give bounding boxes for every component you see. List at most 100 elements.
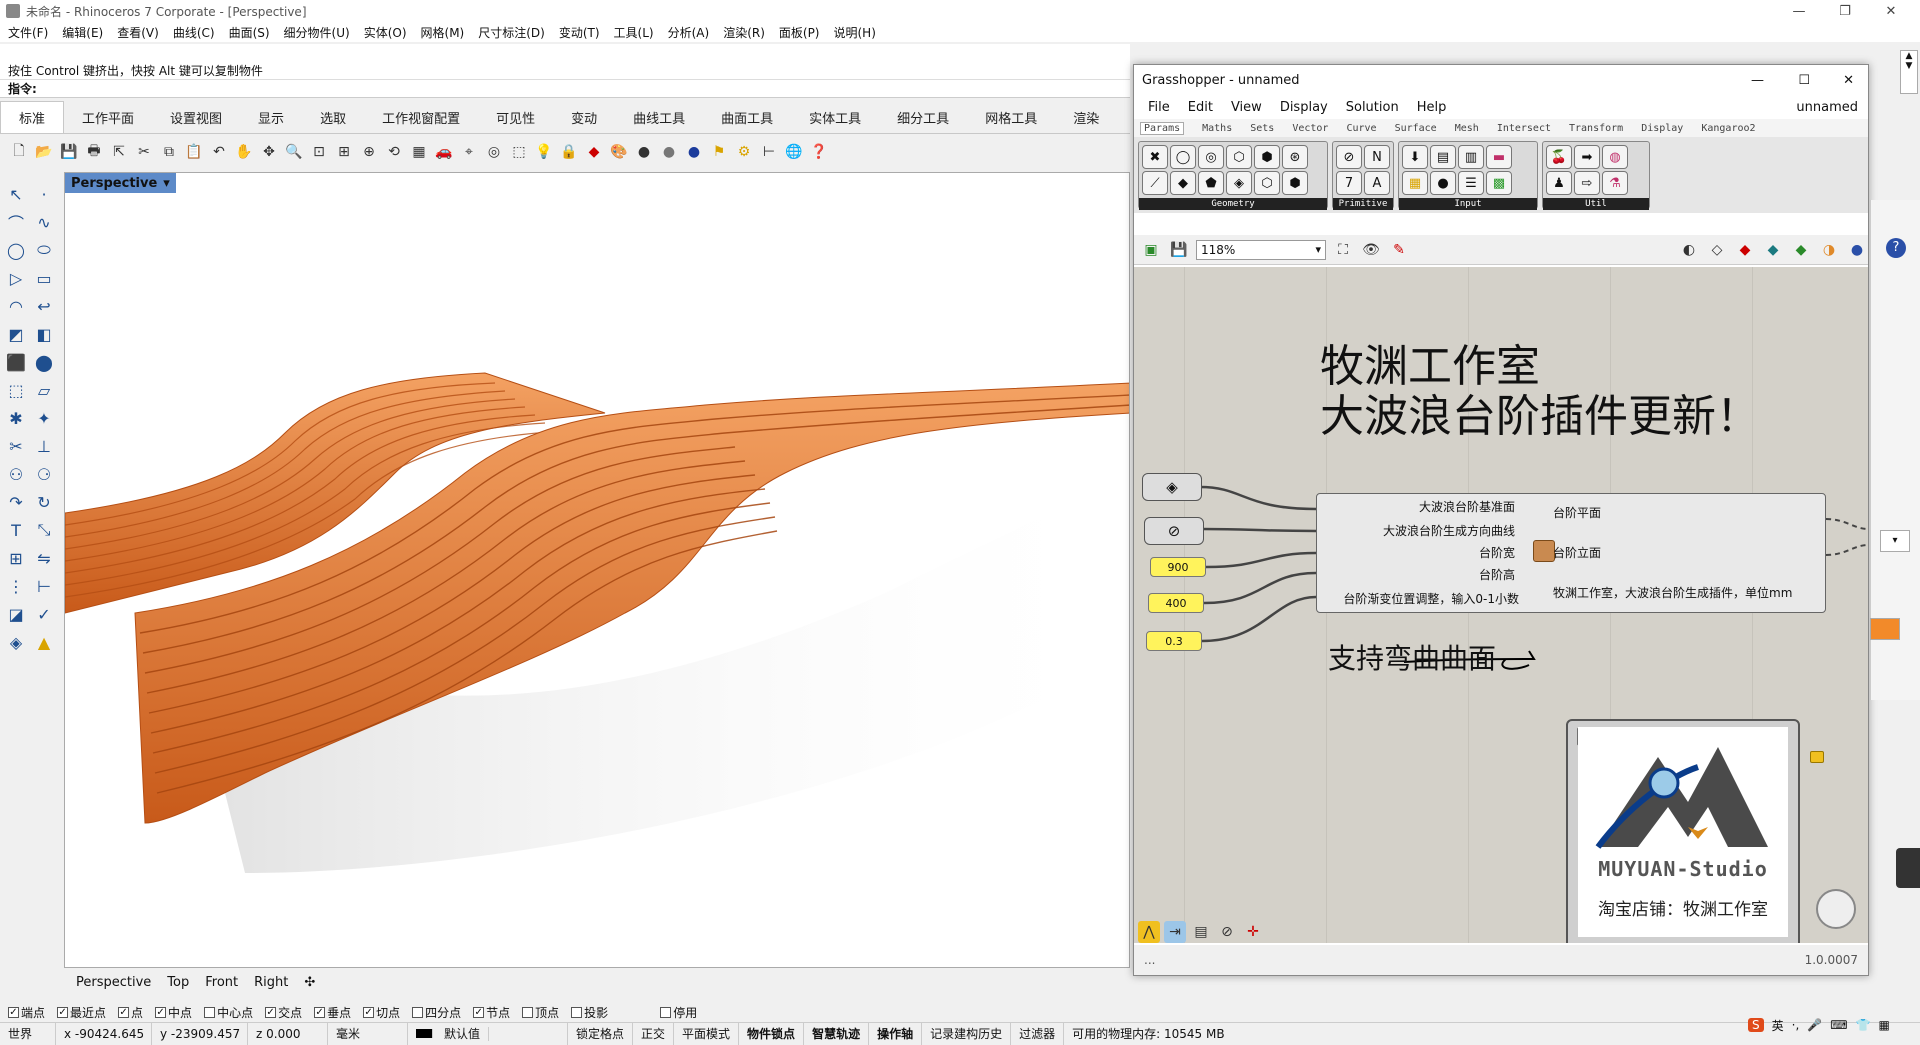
rendered-sphere-icon[interactable]: ● bbox=[658, 141, 680, 163]
open-file-icon[interactable]: 📂 bbox=[33, 141, 55, 163]
tab-subd-tools[interactable]: 细分工具 bbox=[879, 102, 967, 133]
gh-menu-solution[interactable]: Solution bbox=[1346, 100, 1399, 115]
gh-minimize-icon[interactable]: — bbox=[1751, 73, 1764, 88]
analyze-icon[interactable]: ◪ bbox=[4, 602, 28, 626]
array-icon[interactable]: ⊞ bbox=[4, 546, 28, 570]
add-viewport-icon[interactable]: ✣ bbox=[304, 975, 315, 990]
mirror-icon[interactable]: ⇋ bbox=[32, 546, 56, 570]
surface-edge-icon[interactable]: ◩ bbox=[4, 322, 28, 346]
relay-icon[interactable]: ⇨ bbox=[1574, 171, 1600, 195]
panel-icon[interactable]: ▤ bbox=[1430, 145, 1456, 169]
widget-markov-icon[interactable]: ⇥ bbox=[1164, 921, 1186, 943]
restore-icon[interactable]: ❐ bbox=[1822, 0, 1868, 22]
text-param-icon[interactable]: A bbox=[1364, 171, 1390, 195]
gh-maximize-icon[interactable]: ☐ bbox=[1798, 73, 1810, 88]
print-icon[interactable]: 🖶 bbox=[83, 141, 105, 163]
circle-icon[interactable]: ◯ bbox=[4, 238, 28, 262]
paste-icon[interactable]: 📋 bbox=[183, 141, 205, 163]
osnap-tan[interactable]: ✓ 切点 bbox=[363, 1004, 400, 1021]
perspective-viewport[interactable]: Perspective ▾ bbox=[64, 172, 1130, 968]
gh-tab-kangaroo2[interactable]: Kangaroo2 bbox=[1701, 123, 1755, 134]
gh-close-icon[interactable]: ✕ bbox=[1843, 73, 1854, 88]
menu-render[interactable]: 渲染(R) bbox=[723, 24, 765, 41]
gh-tab-display[interactable]: Display bbox=[1641, 123, 1683, 134]
tab-set-view[interactable]: 设置视图 bbox=[152, 102, 240, 133]
box-param-icon[interactable]: ✖ bbox=[1142, 145, 1168, 169]
vp-tab-perspective[interactable]: Perspective bbox=[76, 975, 151, 990]
ellipse-icon[interactable]: ⬭ bbox=[32, 238, 56, 262]
ungroup-icon[interactable]: ⚆ bbox=[32, 462, 56, 486]
gh-tab-curve[interactable]: Curve bbox=[1346, 123, 1376, 134]
menu-panels[interactable]: 面板(P) bbox=[779, 24, 820, 41]
taskbar-ime-tray[interactable]: S 英 ·, 🎤 ⌨ 👕 ▦ bbox=[1744, 1012, 1920, 1038]
osnap-center[interactable]: 中心点 bbox=[204, 1004, 253, 1021]
status-gumball[interactable]: 操作轴 bbox=[869, 1022, 923, 1045]
zoom-selected-icon[interactable]: ⊕ bbox=[358, 141, 380, 163]
menu-subd[interactable]: 细分物件(U) bbox=[284, 24, 350, 41]
polygon-icon[interactable]: ▷ bbox=[4, 266, 28, 290]
right-panel-color-swatch[interactable] bbox=[1870, 618, 1900, 640]
tab-render[interactable]: 渲染 bbox=[1055, 102, 1117, 133]
grid-array-icon[interactable]: ⋮ bbox=[4, 574, 28, 598]
command-line[interactable]: 指令: bbox=[0, 80, 1130, 98]
plane-param-icon[interactable]: ⬡ bbox=[1254, 171, 1280, 195]
field-param-icon[interactable]: ⬢ bbox=[1254, 145, 1280, 169]
osnap-perp[interactable]: ✓ 垂点 bbox=[314, 1004, 351, 1021]
move-icon[interactable]: ↷ bbox=[4, 490, 28, 514]
circle-param-icon[interactable]: ◯ bbox=[1170, 145, 1196, 169]
display-sphere-icon[interactable]: ● bbox=[1846, 239, 1868, 261]
object-snap-icon[interactable]: ◎ bbox=[483, 141, 505, 163]
status-filter[interactable]: 过滤器 bbox=[1011, 1022, 1065, 1045]
undo-view-icon[interactable]: ⟲ bbox=[383, 141, 405, 163]
rotate-icon[interactable]: ↻ bbox=[32, 490, 56, 514]
blue-sphere-icon[interactable]: ● bbox=[683, 141, 705, 163]
osnap-end[interactable]: ✓ 端点 bbox=[8, 1004, 45, 1021]
preview-mesh-icon[interactable]: ◆ bbox=[1762, 239, 1784, 261]
status-layer[interactable]: 默认值 bbox=[408, 1022, 568, 1045]
grasshopper-window[interactable]: Grasshopper - unnamed — ☐ ✕ File Edit Vi… bbox=[1133, 64, 1869, 976]
fillet-icon[interactable]: ↩ bbox=[32, 294, 56, 318]
tab-solid-tools[interactable]: 实体工具 bbox=[791, 102, 879, 133]
import-icon[interactable]: ⬇ bbox=[1402, 145, 1428, 169]
gh-slider-position[interactable]: 0.3 bbox=[1146, 631, 1202, 651]
osnap-intersection[interactable]: ✓ 交点 bbox=[265, 1004, 302, 1021]
value-list-icon[interactable]: ☰ bbox=[1458, 171, 1484, 195]
vp-tab-top[interactable]: Top bbox=[167, 975, 189, 990]
gh-surface-param[interactable]: ◈ bbox=[1142, 473, 1202, 501]
arc-icon[interactable]: ◠ bbox=[4, 294, 28, 318]
surface-param-icon[interactable]: ⬟ bbox=[1198, 171, 1224, 195]
osnap-knot[interactable]: ✓ 节点 bbox=[473, 1004, 510, 1021]
osnap-near[interactable]: ✓ 最近点 bbox=[57, 1004, 106, 1021]
undo-icon[interactable]: ↶ bbox=[208, 141, 230, 163]
copy-icon[interactable]: ⧉ bbox=[158, 141, 180, 163]
line-param-icon[interactable]: ⟋ bbox=[1142, 171, 1168, 195]
menu-transform[interactable]: 变动(T) bbox=[559, 24, 600, 41]
widget-arrow-icon[interactable]: ✛ bbox=[1242, 921, 1264, 943]
menu-dimension[interactable]: 尺寸标注(D) bbox=[478, 24, 545, 41]
gh-tab-vector[interactable]: Vector bbox=[1292, 123, 1328, 134]
select-icon[interactable]: ⬚ bbox=[508, 141, 530, 163]
globe-icon[interactable]: 🌐 bbox=[783, 141, 805, 163]
cherry-icon[interactable]: 🍒 bbox=[1546, 145, 1572, 169]
gh-menu-help[interactable]: Help bbox=[1417, 100, 1447, 115]
gh-tab-surface[interactable]: Surface bbox=[1395, 123, 1437, 134]
menu-file[interactable]: 文件(F) bbox=[8, 24, 48, 41]
brep-param-icon[interactable]: ⬡ bbox=[1226, 145, 1252, 169]
gh-menu-edit[interactable]: Edit bbox=[1188, 100, 1213, 115]
point-icon[interactable]: · bbox=[32, 182, 56, 206]
right-panel-dropdown[interactable]: ▾ bbox=[1880, 530, 1910, 552]
gh-tab-transform[interactable]: Transform bbox=[1569, 123, 1623, 134]
cplane-icon[interactable]: ⌖ bbox=[458, 141, 480, 163]
cut-icon[interactable]: ✂ bbox=[133, 141, 155, 163]
solid-edit-icon[interactable]: ◈ bbox=[4, 630, 28, 654]
split-icon[interactable]: ✦ bbox=[32, 406, 56, 430]
status-planar[interactable]: 平面模式 bbox=[674, 1022, 740, 1045]
gh-menu-file[interactable]: File bbox=[1148, 100, 1170, 115]
gh-tab-mesh[interactable]: Mesh bbox=[1455, 123, 1479, 134]
plane-icon[interactable]: ▱ bbox=[32, 378, 56, 402]
gh-tab-sets[interactable]: Sets bbox=[1250, 123, 1274, 134]
dimension-icon[interactable]: ⊢ bbox=[758, 141, 780, 163]
light-icon[interactable]: 💡 bbox=[533, 141, 555, 163]
osnap-disable[interactable]: 停用 bbox=[660, 1004, 697, 1021]
join-icon[interactable]: ⊥ bbox=[32, 434, 56, 458]
